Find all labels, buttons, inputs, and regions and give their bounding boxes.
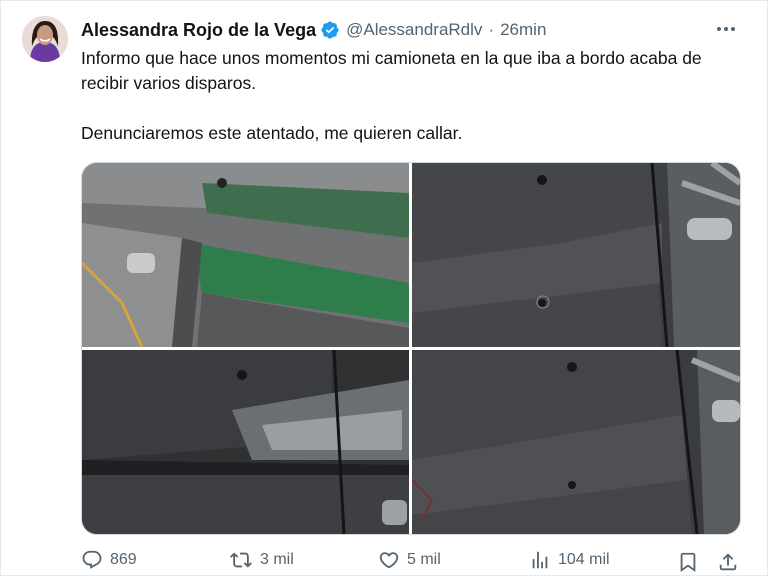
avatar[interactable] (22, 16, 68, 62)
repost-count: 3 mil (260, 551, 294, 568)
photo-4[interactable] (412, 350, 740, 534)
heart-icon (379, 552, 399, 569)
views-chart-icon (532, 551, 548, 569)
photo-1[interactable] (82, 163, 409, 347)
reply-icon (82, 550, 102, 569)
tweet-header: Alessandra Rojo de la Vega @AlessandraRd… (81, 18, 546, 42)
tweet-text-line1: Informo que hace unos momentos mi camion… (81, 48, 702, 93)
share-icon[interactable] (717, 551, 739, 573)
like-button[interactable]: 5 mil (378, 549, 441, 571)
tweet-card: Alessandra Rojo de la Vega @AlessandraRd… (0, 0, 768, 576)
repost-button[interactable]: 3 mil (229, 549, 294, 571)
author-name[interactable]: Alessandra Rojo de la Vega (81, 20, 316, 41)
author-handle[interactable]: @AlessandraRdlv (346, 20, 482, 40)
reply-count: 869 (110, 551, 137, 568)
separator-dot: · (488, 20, 495, 39)
action-bar: 869 3 mil 5 mil 104 mil (81, 549, 741, 575)
tweet-text-line2: Denunciaremos este atentado, me quieren … (81, 123, 463, 143)
more-dots-icon[interactable] (715, 19, 737, 39)
photo-3[interactable] (82, 350, 409, 534)
views-button[interactable]: 104 mil (529, 549, 610, 571)
timestamp[interactable]: 26min (500, 20, 546, 40)
photo-2[interactable] (412, 163, 740, 347)
tweet-text: Informo que hace unos momentos mi camion… (81, 46, 721, 146)
repost-icon (230, 552, 252, 568)
bookmark-icon[interactable] (677, 551, 699, 573)
media-grid (81, 162, 741, 535)
verified-badge-icon (321, 21, 339, 39)
like-count: 5 mil (407, 551, 441, 568)
views-count: 104 mil (558, 551, 610, 568)
reply-button[interactable]: 869 (81, 549, 137, 571)
